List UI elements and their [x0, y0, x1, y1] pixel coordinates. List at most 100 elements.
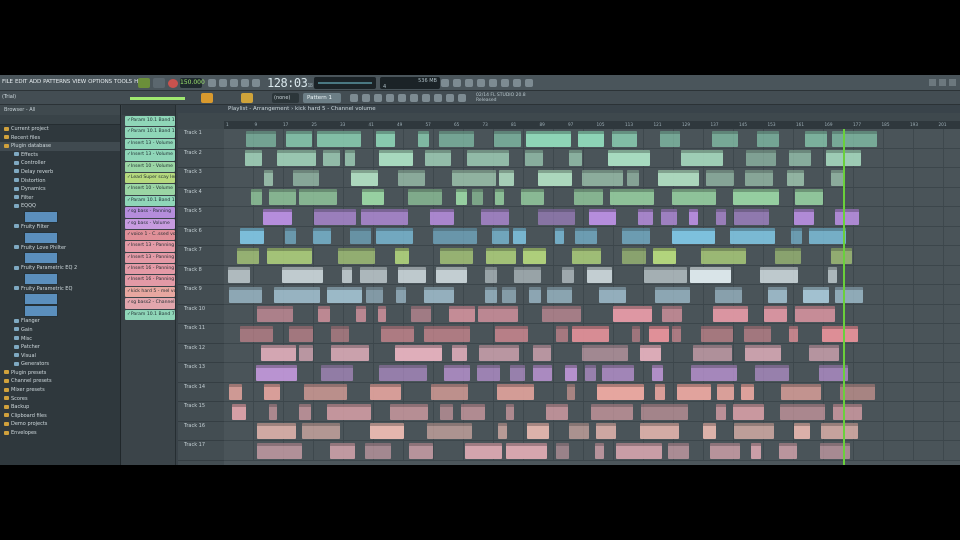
pattern-clip[interactable]	[298, 403, 312, 420]
undo-icon[interactable]	[453, 79, 461, 87]
pattern-clip[interactable]	[299, 345, 313, 361]
pattern-clip[interactable]	[655, 286, 691, 303]
pattern-clip[interactable]	[485, 267, 497, 283]
channel-item[interactable]: ✓Insert 13 - Panning	[125, 241, 175, 252]
touch-icon[interactable]	[446, 94, 454, 102]
pattern-clip[interactable]	[375, 228, 414, 244]
pattern-clip[interactable]	[245, 130, 277, 147]
pattern-clip[interactable]	[691, 364, 738, 381]
track-lane[interactable]	[224, 187, 960, 207]
pattern-clip[interactable]	[342, 267, 353, 283]
pattern-clip[interactable]	[527, 423, 550, 439]
pattern-clip[interactable]	[830, 247, 853, 264]
pattern-clip[interactable]	[660, 130, 680, 147]
pattern-clip[interactable]	[338, 247, 375, 264]
pattern-clip[interactable]	[734, 208, 769, 225]
pattern-selector[interactable]: Pattern 1	[303, 93, 341, 103]
pattern-clip[interactable]	[578, 130, 604, 147]
pattern-clip[interactable]	[821, 423, 858, 439]
pattern-clip[interactable]	[744, 325, 771, 342]
pattern-clip[interactable]	[478, 345, 519, 361]
pattern-clip[interactable]	[398, 169, 426, 186]
piano-roll-icon[interactable]	[489, 79, 497, 87]
pattern-clip[interactable]	[257, 306, 293, 322]
pattern-clip[interactable]	[286, 130, 313, 147]
pattern-clip[interactable]	[585, 364, 597, 381]
track-header[interactable]: Track 15	[178, 402, 224, 422]
pattern-clip[interactable]	[729, 228, 776, 244]
pattern-clip[interactable]	[794, 423, 810, 439]
pattern-clip[interactable]	[379, 364, 428, 381]
track-header[interactable]: Track 8	[178, 266, 224, 285]
pattern-clip[interactable]	[662, 306, 683, 322]
pattern-clip[interactable]	[712, 130, 738, 147]
pattern-clip[interactable]	[440, 247, 473, 264]
pattern-clip[interactable]	[299, 189, 338, 205]
browser-item[interactable]: Plugin presets	[0, 369, 120, 378]
track-header[interactable]: Track 11	[178, 324, 224, 344]
track-header[interactable]: Track 12	[178, 344, 224, 363]
pattern-clip[interactable]	[835, 286, 864, 303]
pattern-clip[interactable]	[289, 325, 313, 342]
track-lane[interactable]	[224, 285, 960, 305]
help-icon[interactable]	[477, 79, 485, 87]
browser-item[interactable]: Filter	[0, 194, 120, 203]
browser-item[interactable]: Delay reverb	[0, 168, 120, 177]
metronome-icon[interactable]	[208, 79, 216, 87]
plugin-thumbnail[interactable]	[0, 252, 120, 265]
browser-item[interactable]: Fruity Parametric EQ	[0, 285, 120, 294]
cpu-icon[interactable]	[434, 94, 442, 102]
browser-item[interactable]: Demo projects	[0, 420, 120, 429]
minimize-icon[interactable]	[929, 79, 936, 86]
pattern-clip[interactable]	[250, 189, 263, 205]
channel-item[interactable]: ✓Insert 13 - Volume	[125, 150, 175, 161]
pattern-clip[interactable]	[239, 228, 265, 244]
browser-item[interactable]: Effects	[0, 151, 120, 160]
pattern-clip[interactable]	[525, 130, 572, 147]
pattern-clip[interactable]	[326, 286, 363, 303]
channel-item[interactable]: ✓Param 10.1 Band 1 freq	[125, 116, 175, 127]
pattern-clip[interactable]	[228, 286, 262, 303]
pattern-clip[interactable]	[433, 228, 478, 244]
pattern-clip[interactable]	[651, 364, 664, 381]
pattern-clip[interactable]	[451, 169, 496, 186]
pattern-clip[interactable]	[554, 228, 564, 244]
track-header[interactable]: Track 7	[178, 246, 224, 266]
playlist-title[interactable]: Playlist - Arrangement › kick hard 5 - C…	[178, 105, 960, 113]
pattern-clip[interactable]	[589, 208, 616, 225]
snap-icon[interactable]	[241, 93, 253, 103]
browser-item[interactable]: Recent files	[0, 134, 120, 143]
pattern-clip[interactable]	[498, 423, 508, 439]
menu-view[interactable]: VIEW	[72, 79, 86, 85]
pattern-clip[interactable]	[835, 208, 859, 225]
pattern-clip[interactable]	[745, 169, 773, 186]
channel-item[interactable]: ✓sg bass - Panning	[125, 207, 175, 218]
pattern-clip[interactable]	[327, 403, 372, 420]
pattern-clip[interactable]	[365, 286, 384, 303]
pattern-clip[interactable]	[833, 403, 862, 420]
pattern-clip[interactable]	[378, 150, 413, 166]
pattern-clip[interactable]	[640, 423, 680, 439]
pattern-clip[interactable]	[715, 286, 742, 303]
track-header[interactable]: Track 5	[178, 207, 224, 227]
piano-roll-view-icon[interactable]	[374, 94, 382, 102]
browser-item[interactable]: Generators	[0, 360, 120, 369]
channel-item[interactable]: ✓sg bass2 - Channel pitch	[125, 298, 175, 309]
plugin-thumbnail[interactable]	[0, 272, 120, 285]
pattern-clip[interactable]	[293, 169, 319, 186]
track-header[interactable]: Track 9	[178, 285, 224, 305]
track-header[interactable]: Track 14	[178, 383, 224, 402]
pattern-clip[interactable]	[494, 325, 529, 342]
pattern-clip[interactable]	[689, 267, 732, 283]
pattern-clip[interactable]	[622, 228, 650, 244]
pattern-clip[interactable]	[612, 130, 638, 147]
stop-button[interactable]	[153, 78, 165, 88]
pattern-clip[interactable]	[545, 403, 568, 420]
pattern-clip[interactable]	[431, 384, 469, 400]
loop-record-icon[interactable]	[241, 79, 249, 87]
pattern-clip[interactable]	[509, 364, 525, 381]
pattern-clip[interactable]	[277, 150, 316, 166]
pattern-clip[interactable]	[497, 384, 535, 400]
pattern-clip[interactable]	[556, 325, 569, 342]
pattern-clip[interactable]	[640, 345, 661, 361]
